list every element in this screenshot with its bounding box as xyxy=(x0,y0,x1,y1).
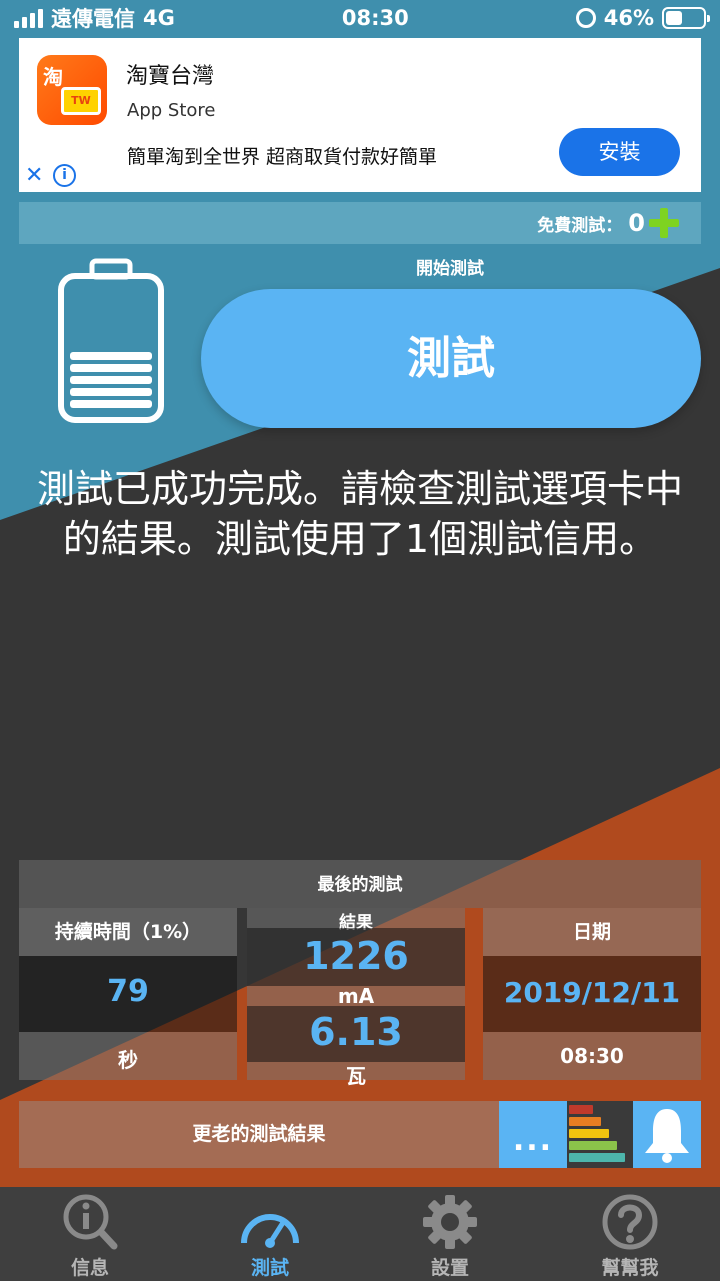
ad-description: 簡單淘到全世界 超商取貨付款好簡單 xyxy=(127,146,438,168)
result-power-value: 6.13 xyxy=(309,1010,403,1054)
tab-help[interactable]: 幫幫我 xyxy=(540,1187,720,1281)
ad-logo-badge: TW xyxy=(61,87,101,115)
last-test-title: 最後的測試 xyxy=(19,860,701,908)
bell-icon[interactable] xyxy=(633,1101,701,1168)
status-bar: 遠傳電信 4G 08:30 46% xyxy=(0,0,720,36)
tab-settings-label: 設置 xyxy=(430,1257,469,1279)
tab-test[interactable]: 測試 xyxy=(180,1187,360,1281)
add-credit-plus-icon[interactable] xyxy=(647,206,681,240)
free-test-bar: 免費測試： 0 xyxy=(19,202,701,244)
older-results-button[interactable]: 更老的測試結果 xyxy=(19,1101,499,1168)
battery-icon xyxy=(58,258,164,423)
tab-test-label: 測試 xyxy=(250,1257,289,1279)
ad-logo-text: 淘 xyxy=(43,65,63,89)
question-icon xyxy=(602,1194,658,1250)
info-search-icon xyxy=(63,1194,118,1250)
test-button[interactable]: 測試 xyxy=(201,289,701,428)
result-current-unit: mA xyxy=(337,984,375,1008)
ad-store: App Store xyxy=(127,100,216,121)
gear-icon xyxy=(423,1195,477,1249)
free-test-count: 0 xyxy=(628,209,645,237)
tab-help-label: 幫幫我 xyxy=(601,1257,659,1279)
tab-info-label: 信息 xyxy=(70,1257,109,1279)
signal-icon xyxy=(14,8,43,28)
tab-settings[interactable]: 設置 xyxy=(360,1187,540,1281)
result-current-value: 1226 xyxy=(303,934,409,978)
tab-bar: 信息 測試 設置 幫幫我 xyxy=(0,1187,720,1281)
result-message: 測試已成功完成。請檢查測試選項卡中的結果。測試使用了1個測試信用。 xyxy=(36,467,683,561)
network-type: 4G xyxy=(143,6,175,30)
carrier-name: 遠傳電信 xyxy=(51,7,135,31)
free-test-label: 免費測試： xyxy=(537,215,623,236)
time-value: 08:30 xyxy=(560,1044,624,1068)
ad-banner[interactable]: 淘 TW 淘寶台灣 App Store 簡單淘到全世界 超商取貨付款好簡單 安裝… xyxy=(19,38,701,192)
level-chart-icon[interactable] xyxy=(567,1101,633,1168)
clock: 08:30 xyxy=(341,6,409,30)
ad-close-icon[interactable]: ✕ xyxy=(25,163,43,188)
ad-install-button[interactable]: 安裝 xyxy=(559,128,680,176)
tab-info[interactable]: 信息 xyxy=(0,1187,180,1281)
duration-unit: 秒 xyxy=(118,1048,138,1072)
result-power-unit: 瓦 xyxy=(346,1064,366,1088)
ad-info-icon[interactable]: i xyxy=(53,164,76,187)
duration-value: 79 xyxy=(107,974,149,1009)
duration-header: 持續時間（1%） xyxy=(19,908,237,956)
start-test-label: 開始測試 xyxy=(416,259,484,279)
battery-status-icon xyxy=(661,7,710,29)
speedometer-icon xyxy=(241,1214,299,1248)
more-options-icon[interactable]: ... xyxy=(499,1101,567,1168)
last-test-panel: 最後的測試 持續時間（1%） 79 秒 結果 1226 mA 6.13 瓦 日期… xyxy=(19,860,701,1088)
battery-percent: 46% xyxy=(603,6,654,30)
date-header: 日期 xyxy=(483,908,701,956)
ad-app-name[interactable]: 淘寶台灣 xyxy=(126,58,214,90)
taobao-logo-icon[interactable]: 淘 TW xyxy=(37,55,107,125)
alarm-icon xyxy=(575,8,596,28)
date-value: 2019/12/11 xyxy=(503,976,681,1009)
